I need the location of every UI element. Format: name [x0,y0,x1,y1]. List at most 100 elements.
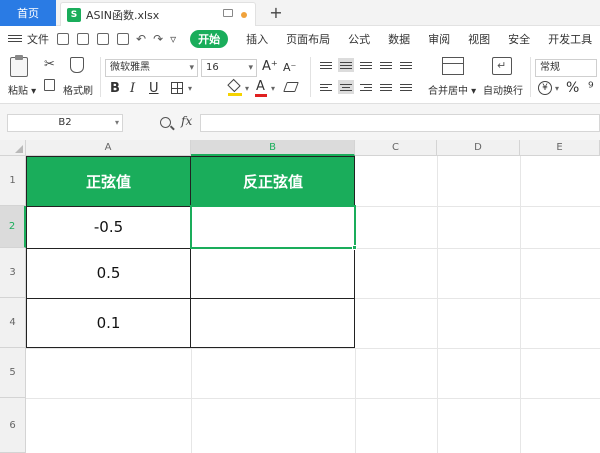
increase-font-size-icon[interactable]: A⁺ [262,59,278,74]
menu-page-layout[interactable]: 页面布局 [286,31,330,47]
format-painter-label[interactable]: 格式刷 [63,82,93,97]
row-header-2[interactable]: 2 [0,206,26,248]
insert-function-icon[interactable]: fx [181,114,192,128]
align-justify-icon[interactable] [378,80,394,94]
cell-b1[interactable]: 反正弦值 [191,156,355,206]
ribbon-toolbar: 粘贴 ▾ ✂ 格式刷 微软雅黑 16 A⁺ A⁻ B I U ▾ ▾ A ▾ 合… [0,51,600,104]
menu-developer-tools[interactable]: 开发工具 [548,31,592,47]
redo-icon[interactable]: ↷ [153,32,163,46]
cell-a3[interactable]: 0.5 [26,248,191,298]
tab-bar: 首页 S ASIN函数.xlsx + [0,0,600,26]
column-header-a[interactable]: A [26,140,191,156]
cell-reference: B2 [58,117,72,128]
align-middle-icon[interactable] [338,58,354,72]
font-name-select[interactable]: 微软雅黑 [105,59,198,77]
align-bottom-icon[interactable] [358,58,374,72]
number-format-select[interactable]: 常规 [535,59,597,77]
decrease-font-size-icon[interactable]: A⁻ [283,61,296,74]
align-right-icon[interactable] [358,80,374,94]
wrap-text-button[interactable]: 自动换行 [483,82,523,97]
border-dropdown-icon[interactable]: ▾ [188,84,192,93]
menu-file[interactable]: 文件 [27,31,49,47]
home-tab[interactable]: 首页 [0,0,56,26]
copy-icon[interactable] [44,79,55,91]
cell-a2[interactable]: -0.5 [26,206,191,248]
row-header-5[interactable]: 5 [0,348,26,398]
name-box[interactable]: B2 ▾ [7,114,123,132]
print-icon[interactable] [77,32,89,45]
clear-format-icon[interactable] [283,82,299,92]
select-all-corner[interactable] [0,140,26,156]
indent-decrease-icon[interactable] [378,58,394,72]
menu-security[interactable]: 安全 [508,31,530,47]
currency-dropdown-icon[interactable]: ▾ [555,84,559,93]
menu-review[interactable]: 审阅 [428,31,450,47]
align-top-icon[interactable] [318,58,334,72]
indent-increase-icon[interactable] [398,58,414,72]
file-tab[interactable]: S ASIN函数.xlsx [60,2,256,26]
column-header-b[interactable]: B [191,140,355,156]
fill-handle[interactable] [352,245,357,250]
menu-insert[interactable]: 插入 [246,31,268,47]
font-size-select[interactable]: 16 [201,59,257,77]
align-center-icon[interactable] [338,80,354,94]
fill-color-icon[interactable] [227,78,242,96]
font-color-icon[interactable]: A [256,79,265,94]
italic-button[interactable]: I [130,81,135,96]
column-header-d[interactable]: D [437,140,520,156]
tab-home-start[interactable]: 开始 [190,29,229,48]
merge-center-button[interactable]: 合并居中 ▾ [428,82,476,97]
row-header-6[interactable]: 6 [0,398,26,453]
row-header-3[interactable]: 3 [0,248,26,298]
menu-view[interactable]: 视图 [468,31,490,47]
wrap-text-icon[interactable] [492,57,512,75]
percent-format-icon[interactable]: % [566,80,579,96]
spreadsheet-file-icon: S [67,7,81,22]
column-header-c[interactable]: C [355,140,437,156]
row-header-4[interactable]: 4 [0,298,26,348]
spreadsheet-grid: A B C D E 1 2 3 4 5 6 正弦值 反正弦值 -0.5 0.5 … [0,140,600,453]
search-function-icon[interactable] [160,117,171,128]
distributed-align-icon[interactable] [398,80,414,94]
underline-button[interactable]: U [149,81,159,96]
menu-formulas[interactable]: 公式 [348,31,370,47]
ribbon-divider [310,57,311,97]
row-header-1[interactable]: 1 [0,156,26,206]
formula-input[interactable] [200,114,600,132]
save-icon[interactable] [57,32,69,45]
gridline [355,206,600,207]
active-cell-selection [190,205,356,249]
file-tab-label: ASIN函数.xlsx [86,8,160,22]
bold-button[interactable]: B [110,81,120,96]
menu-data[interactable]: 数据 [388,31,410,47]
ribbon-divider [530,57,531,97]
cut-icon[interactable]: ✂ [44,57,55,72]
paste-button[interactable]: 粘贴 ▾ [8,82,36,97]
currency-format-icon[interactable]: ¥ [538,81,552,95]
thousands-separator-icon[interactable]: ⁹ [588,80,594,96]
font-color-dropdown-icon[interactable]: ▾ [271,84,275,93]
print-preview-icon[interactable] [97,32,109,45]
paste-icon[interactable] [10,55,28,77]
hamburger-menu-icon[interactable] [8,35,22,42]
cell-b4[interactable] [191,298,355,348]
new-tab-button[interactable]: + [266,2,286,22]
customize-toolbar-icon[interactable]: ▿ [170,32,176,46]
cell-b3[interactable] [191,248,355,298]
gridline [191,348,192,453]
cell-a1[interactable]: 正弦值 [26,156,191,206]
name-box-dropdown-icon[interactable]: ▾ [115,115,119,131]
border-icon[interactable] [171,82,183,94]
fill-dropdown-icon[interactable]: ▾ [245,84,249,93]
cell-a4[interactable]: 0.1 [26,298,191,348]
merge-center-icon[interactable] [442,57,464,75]
align-left-icon[interactable] [318,80,334,94]
format-painter-icon[interactable] [70,57,84,73]
column-header-e[interactable]: E [520,140,600,156]
gridline [355,298,600,299]
export-icon[interactable] [117,32,129,45]
gridline [437,156,438,453]
monitor-icon[interactable] [223,9,233,17]
undo-icon[interactable]: ↶ [136,32,146,46]
table-border [190,156,191,348]
